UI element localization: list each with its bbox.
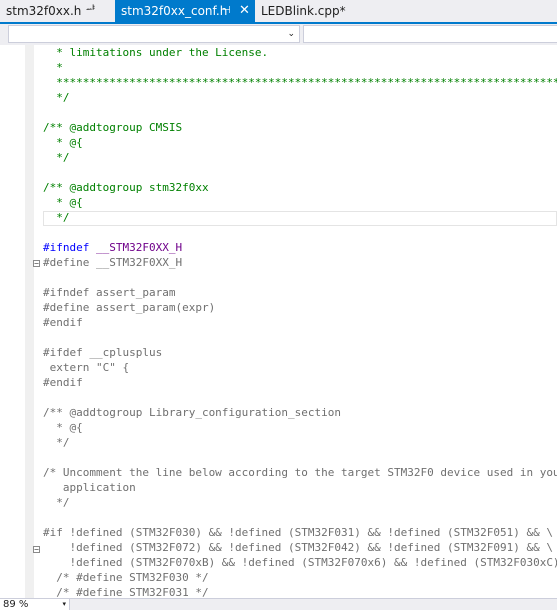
code-line[interactable]: /** @addtogroup CMSIS bbox=[43, 120, 182, 135]
code-token: __STM32F0XX_H bbox=[95, 241, 183, 254]
code-line[interactable]: #define assert_param(expr) bbox=[43, 300, 215, 315]
code-line[interactable]: !defined (STM32F072) && !defined (STM32F… bbox=[43, 540, 553, 555]
tab-stm32f0xx-conf-h[interactable]: stm32f0xx_conf.h ⊣ ✕ bbox=[115, 0, 255, 22]
code-line[interactable]: * @{ bbox=[43, 135, 83, 150]
code-token: */ bbox=[43, 496, 70, 509]
code-token: * @{ bbox=[43, 421, 83, 434]
code-token: * limitations under the License. bbox=[43, 46, 269, 59]
code-line[interactable]: * bbox=[43, 60, 63, 75]
editor-status-bar: 89 % ▾ bbox=[0, 598, 557, 610]
zoom-level: 89 % bbox=[3, 599, 29, 610]
code-line[interactable]: */ bbox=[43, 210, 70, 225]
code-line[interactable]: /* #define STM32F031 */ bbox=[43, 585, 209, 598]
tab-label: stm32f0xx_conf.h bbox=[121, 4, 228, 18]
code-line[interactable]: */ bbox=[43, 435, 70, 450]
code-line[interactable]: #endif bbox=[43, 315, 83, 330]
code-token: #endif bbox=[43, 376, 83, 389]
zoom-dropdown[interactable]: 89 % ▾ bbox=[0, 599, 70, 610]
code-line[interactable]: ****************************************… bbox=[43, 75, 557, 90]
tab-label: LEDBlink.cpp* bbox=[261, 4, 346, 18]
code-token: */ bbox=[43, 211, 70, 224]
code-line[interactable]: #ifndef assert_param bbox=[43, 285, 175, 300]
line-gutter bbox=[0, 45, 25, 598]
code-line[interactable]: /* Uncomment the line below according to… bbox=[43, 465, 557, 480]
code-token: /** @addtogroup stm32f0xx bbox=[43, 181, 209, 194]
code-token: /* Uncomment the line below according to… bbox=[43, 466, 557, 479]
tab-label: stm32f0xx.h bbox=[6, 4, 82, 18]
navigation-bar: ⌄ bbox=[0, 24, 557, 45]
code-line[interactable]: #ifndef __STM32F0XX_H bbox=[43, 240, 182, 255]
code-line[interactable]: extern "C" { bbox=[43, 360, 129, 375]
code-line[interactable]: #if !defined (STM32F030) && !defined (ST… bbox=[43, 525, 553, 540]
code-token: extern "C" { bbox=[43, 361, 130, 374]
collapse-icon[interactable]: − bbox=[33, 546, 40, 554]
code-token: !defined (STM32F072) && !defined (STM32F… bbox=[43, 541, 553, 554]
code-line[interactable]: * @{ bbox=[43, 195, 83, 210]
close-icon[interactable]: ✕ bbox=[239, 0, 250, 22]
code-token: #define __STM32F0XX_H bbox=[43, 256, 183, 269]
code-token: #ifdef __cplusplus bbox=[43, 346, 163, 359]
code-line[interactable]: !defined (STM32F070xB) && !defined (STM3… bbox=[43, 555, 557, 570]
code-line[interactable]: #ifdef __cplusplus bbox=[43, 345, 162, 360]
member-dropdown[interactable] bbox=[303, 25, 557, 43]
code-line[interactable]: #endif bbox=[43, 375, 83, 390]
code-token: /* #define STM32F031 */ bbox=[43, 586, 209, 598]
code-line[interactable]: * @{ bbox=[43, 420, 83, 435]
scope-dropdown[interactable]: ⌄ bbox=[8, 25, 300, 43]
code-line[interactable]: */ bbox=[43, 150, 70, 165]
code-token: !defined (STM32F070xB) && !defined (STM3… bbox=[43, 556, 557, 569]
code-token: * bbox=[43, 61, 63, 74]
code-token: * @{ bbox=[43, 136, 83, 149]
tab-stm32f0xx-h[interactable]: stm32f0xx.h ᆄ bbox=[0, 0, 115, 22]
code-token: * @{ bbox=[43, 196, 83, 209]
code-token: #define assert_param(expr) bbox=[43, 301, 216, 314]
code-line[interactable]: /** @addtogroup Library_configuration_se… bbox=[43, 405, 341, 420]
code-line[interactable]: */ bbox=[43, 90, 70, 105]
code-token: /* #define STM32F030 */ bbox=[43, 571, 209, 584]
code-editor[interactable]: * limitations under the License. * *****… bbox=[43, 45, 557, 598]
pin-icon[interactable]: ᆄ bbox=[86, 0, 95, 22]
code-line[interactable]: /* #define STM32F030 */ bbox=[43, 570, 209, 585]
chevron-down-icon: ⌄ bbox=[287, 29, 295, 39]
code-token: ****************************************… bbox=[43, 76, 557, 89]
code-token: #endif bbox=[43, 316, 83, 329]
selection-margin[interactable] bbox=[25, 45, 34, 598]
code-token: /** @addtogroup CMSIS bbox=[43, 121, 183, 134]
code-token: /** @addtogroup Library_configuration_se… bbox=[43, 406, 342, 419]
code-line[interactable]: #define __STM32F0XX_H bbox=[43, 255, 182, 270]
code-line[interactable]: application bbox=[43, 480, 136, 495]
code-token: #if !defined (STM32F030) && !defined (ST… bbox=[43, 526, 553, 539]
code-token: #ifndef assert_param bbox=[43, 286, 176, 299]
code-token: #ifndef bbox=[43, 241, 96, 254]
code-token: */ bbox=[43, 436, 70, 449]
code-token: application bbox=[43, 481, 136, 494]
code-token: */ bbox=[43, 91, 70, 104]
pin-icon[interactable]: ⊣ bbox=[222, 0, 231, 22]
collapse-icon[interactable]: − bbox=[33, 260, 40, 268]
code-token: */ bbox=[43, 151, 70, 164]
code-line[interactable]: */ bbox=[43, 495, 70, 510]
tab-ledblink-cpp[interactable]: LEDBlink.cpp* bbox=[255, 0, 365, 22]
code-line[interactable]: * limitations under the License. bbox=[43, 45, 268, 60]
document-tab-bar: stm32f0xx.h ᆄ stm32f0xx_conf.h ⊣ ✕ LEDBl… bbox=[0, 0, 557, 24]
chevron-down-icon: ▾ bbox=[62, 600, 66, 608]
code-line[interactable]: /** @addtogroup stm32f0xx bbox=[43, 180, 209, 195]
